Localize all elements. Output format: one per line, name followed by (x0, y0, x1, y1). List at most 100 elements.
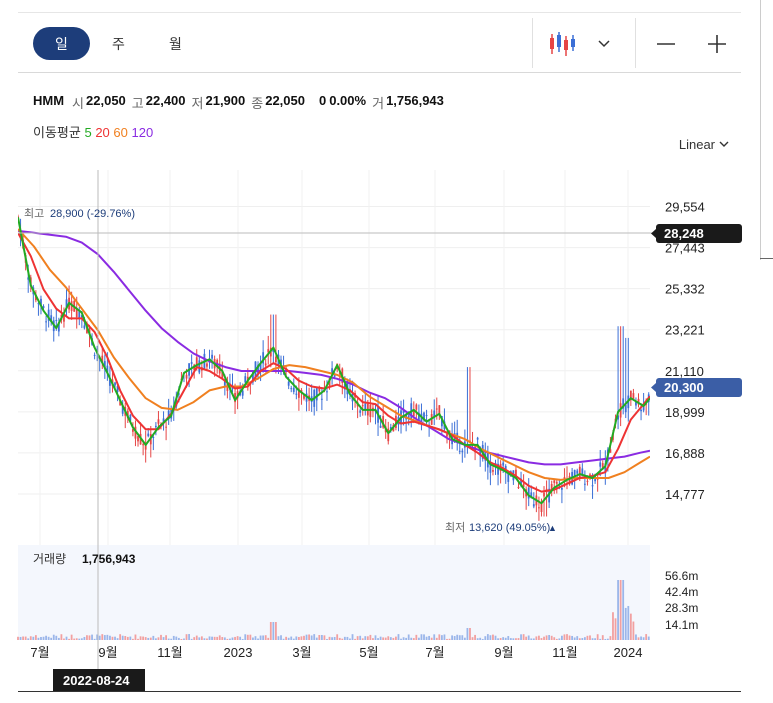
volume-bar (152, 635, 155, 640)
time-tick-label: 5월 (359, 645, 378, 660)
volume-bar (172, 635, 175, 640)
volume-bar (517, 638, 520, 640)
volume-bar (647, 636, 650, 640)
volume-bar (520, 634, 522, 640)
volume-bar (489, 635, 492, 640)
volume-bar (19, 636, 22, 640)
candle-body (543, 492, 545, 497)
high-annotation-value: 28,900 (-29.76%) (50, 208, 135, 220)
volume-bar (632, 621, 635, 640)
volume-bar (320, 634, 323, 640)
time-axis: 7월 9월 11월 2023 3월 5월 7월 9월 11월 2024 (30, 645, 642, 660)
candle-body (185, 374, 188, 379)
candle-body (114, 382, 116, 386)
volume-bar (218, 635, 221, 640)
moving-average-lines (18, 217, 650, 505)
volume-bar (326, 638, 328, 640)
price-chart[interactable]: 최고 28,900 (-29.76%) 최저 13,620 (49.05%) ▲… (0, 0, 773, 703)
candle-body (287, 381, 290, 386)
volume-bar (476, 638, 479, 640)
volume-bar (645, 634, 648, 640)
volume-bar (139, 636, 142, 640)
volume-bar (412, 638, 415, 640)
candle-body (589, 474, 591, 476)
volume-bar (91, 634, 93, 640)
current-price-badge: 20,300 (651, 378, 742, 397)
price-tick-label: 23,221 (665, 323, 705, 338)
volume-bar (193, 637, 196, 640)
volume-bar (269, 622, 272, 640)
price-tick-label: 16,888 (665, 446, 705, 461)
low-annotation-value: 13,620 (49.05%) (469, 522, 550, 534)
volume-bar (185, 634, 188, 640)
candle-body (492, 470, 494, 472)
volume-bar (114, 636, 116, 640)
price-tick-label: 14,777 (665, 487, 705, 502)
candle-body (45, 321, 47, 323)
candle-body (489, 465, 492, 473)
candle-body (244, 376, 247, 383)
volume-bar (484, 636, 487, 640)
volume-tick-label: 42.4m (665, 585, 698, 599)
volume-bar (456, 634, 459, 640)
volume-bar (65, 636, 68, 640)
volume-bar (75, 638, 78, 640)
volume-bar (234, 636, 236, 640)
volume-bar (637, 637, 640, 640)
candle-body (326, 391, 328, 393)
volume-bar (216, 636, 219, 640)
volume-bar (22, 636, 25, 640)
volume-bar (366, 636, 369, 640)
candle-body (157, 419, 160, 424)
volume-bar (594, 638, 596, 640)
candle-body (361, 405, 364, 407)
volume-bar (333, 637, 336, 640)
candle-body (290, 388, 293, 390)
volume-bar (499, 638, 502, 640)
ma5-line (18, 217, 650, 505)
volume-bar (313, 634, 316, 640)
time-tick-label: 3월 (292, 645, 311, 660)
volume-bar (612, 612, 614, 640)
time-tick-label: 2023 (224, 645, 253, 660)
time-tick-label: 9월 (98, 645, 117, 660)
candle-body (206, 363, 208, 367)
volume-bar (382, 637, 385, 640)
volume-bar (190, 638, 193, 640)
volume-bar (397, 634, 400, 640)
volume-bar (525, 636, 528, 640)
candle-body (561, 487, 563, 490)
volume-bar (300, 636, 303, 640)
candle-body (320, 398, 323, 400)
volume-bar (34, 635, 37, 640)
volume-bar (530, 638, 533, 640)
volume-bar (343, 636, 346, 640)
volume-bar (60, 634, 63, 640)
volume-bar (389, 637, 392, 640)
volume-bar (509, 638, 512, 640)
candle-body (540, 503, 543, 512)
volume-bar (448, 638, 451, 640)
volume-bar (599, 638, 602, 640)
volume-bar (264, 635, 267, 640)
volume-bar (157, 637, 160, 640)
low-annotation-label: 최저 (445, 521, 465, 534)
current-price: 20,300 (664, 380, 704, 395)
volume-bar (642, 637, 645, 640)
volume-bar (147, 637, 150, 640)
time-tick-label: 11월 (552, 645, 577, 660)
volume-tick-label: 56.6m (665, 569, 698, 583)
volume-bar (132, 638, 134, 640)
volume-bar (17, 636, 19, 640)
candle-body (211, 354, 213, 359)
volume-bar (571, 635, 574, 640)
time-tick-label: 9월 (494, 645, 513, 660)
candle-body (425, 415, 428, 417)
candle-body (640, 409, 642, 412)
volume-bar (40, 636, 42, 640)
volume-bar (512, 638, 515, 640)
candle-body (152, 436, 155, 438)
candle-body (315, 387, 318, 401)
volume-bar (160, 634, 162, 640)
volume-bar (604, 638, 607, 640)
